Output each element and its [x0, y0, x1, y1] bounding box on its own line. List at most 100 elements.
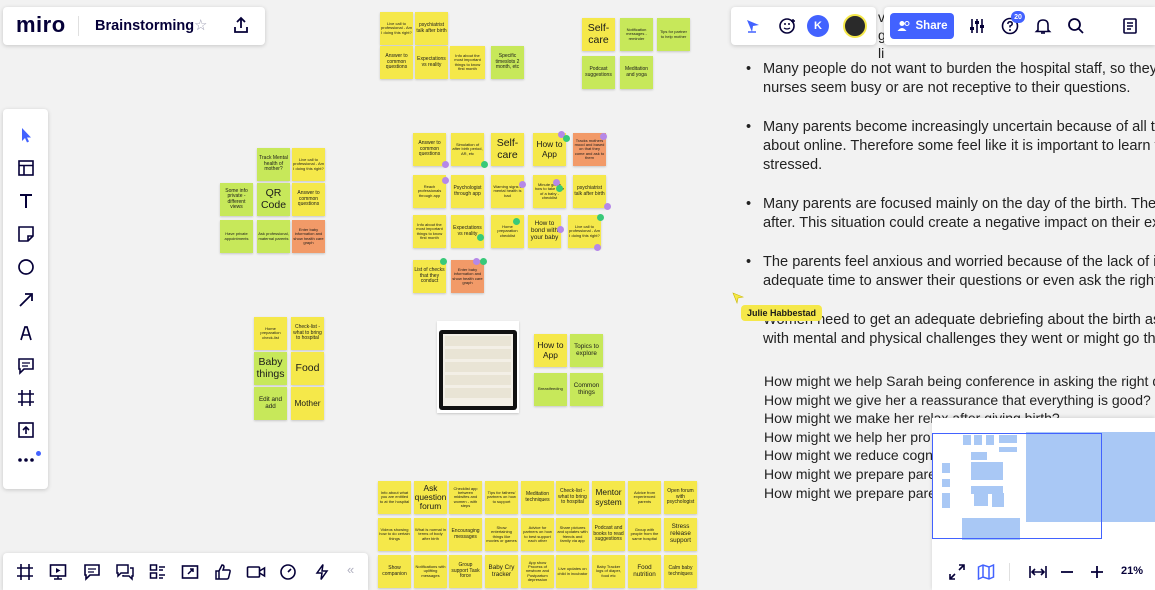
sticky-note[interactable]: Warning signs if mental health is bad	[491, 175, 524, 208]
sticky-note[interactable]: How to bond with your baby	[528, 215, 561, 248]
pen-tool-icon[interactable]	[17, 324, 35, 342]
text-tool-icon[interactable]	[17, 192, 35, 210]
sticky-note[interactable]: psychiatrist talk after birth	[573, 175, 606, 208]
timer-icon[interactable]	[279, 563, 297, 581]
sticky-note[interactable]: Enter baby information and show health c…	[292, 220, 325, 253]
sticky-note[interactable]: Podcast and books to read suggestions	[592, 518, 625, 551]
sticky-note[interactable]: List of checks that they conduct	[413, 260, 446, 293]
user-avatar-k[interactable]: K	[807, 15, 829, 37]
sticky-note[interactable]: Enter baby information and show health c…	[451, 260, 484, 293]
sticky-note[interactable]: Food	[291, 352, 324, 385]
presentation-tool-icon[interactable]	[49, 563, 67, 581]
board-title[interactable]: Brainstorming	[95, 18, 194, 34]
sticky-note[interactable]: Answer to common questions	[413, 133, 446, 166]
cards-tool-icon[interactable]	[149, 563, 167, 581]
sticky-note[interactable]: Baby Tracker logs of diaper, food etc	[592, 555, 625, 588]
sticky-note[interactable]: Ask question forum	[414, 481, 447, 514]
sticky-note[interactable]: Meditation techniques	[521, 481, 554, 514]
sticky-note[interactable]: Self-care	[582, 18, 615, 51]
sticky-note[interactable]: Notifications with uplifting messages	[414, 555, 447, 588]
lightning-icon[interactable]	[313, 563, 331, 581]
sticky-note[interactable]: Group with people from the same hospital	[628, 518, 661, 551]
sticky-note[interactable]: Advice for partners on how to best suppo…	[521, 518, 554, 551]
video-call-icon[interactable]	[246, 563, 266, 581]
fit-screen-icon[interactable]	[948, 563, 966, 581]
minimap-viewport[interactable]	[932, 433, 1102, 539]
sticky-note[interactable]: Notification messages - reminder	[620, 18, 653, 51]
zoom-level[interactable]: 21%	[1121, 565, 1143, 577]
chat-tool-icon[interactable]	[115, 563, 135, 581]
zoom-in-icon[interactable]	[1089, 563, 1105, 581]
sticky-note[interactable]: Baby Cry tracker	[485, 555, 518, 588]
more-tools-icon[interactable]	[17, 455, 35, 465]
sticky-note[interactable]: Common things	[570, 373, 603, 406]
fit-width-icon[interactable]	[1028, 563, 1048, 581]
sticky-note[interactable]: Tips for partner to help mother	[657, 18, 690, 51]
map-icon[interactable]	[977, 563, 995, 581]
sticky-note[interactable]: Expectations vs reality	[451, 215, 484, 248]
comments-tool-icon[interactable]	[83, 563, 101, 581]
sticky-note[interactable]: Calm baby techniques	[664, 555, 697, 588]
notes-panel-icon[interactable]	[1121, 17, 1139, 35]
sticky-note[interactable]: App show Process of newborn and Postpart…	[521, 555, 554, 588]
user-avatar-photo[interactable]	[843, 14, 867, 38]
sticky-note[interactable]: How to App	[534, 334, 567, 367]
sticky-note[interactable]: Live call to professional - Am I doing t…	[292, 148, 325, 181]
sticky-note[interactable]: QR Code	[257, 183, 290, 216]
connection-line-icon[interactable]	[17, 291, 35, 309]
sticky-note[interactable]: Edit and add	[254, 387, 287, 420]
sticky-note[interactable]: Live call to professional - Am I doing t…	[380, 12, 413, 45]
search-icon[interactable]	[1067, 17, 1085, 35]
sticky-note[interactable]: Checklist app between midwifes and women…	[449, 481, 482, 514]
upload-tool-icon[interactable]	[17, 421, 35, 439]
miro-logo[interactable]: miro	[16, 12, 66, 38]
frames-tool-icon[interactable]	[16, 563, 34, 581]
sticky-note[interactable]: Baby things	[254, 352, 287, 385]
sticky-note-tool-icon[interactable]	[17, 225, 35, 243]
templates-tool-icon[interactable]	[17, 159, 35, 177]
voting-thumbs-up-icon[interactable]	[214, 563, 232, 581]
sticky-note[interactable]: Answer to common questions	[292, 183, 325, 216]
sticky-note[interactable]: Live updates on child in incubator	[556, 555, 589, 588]
comment-tool-icon[interactable]	[17, 357, 35, 375]
sticky-note[interactable]: Share pictures and updates with friends …	[556, 518, 589, 551]
sticky-note[interactable]: Info about what you are entitled to at t…	[378, 481, 411, 514]
sticky-note[interactable]: Ask professional, maternal parents	[257, 220, 290, 253]
sticky-note[interactable]: Have private appointments	[220, 220, 253, 253]
sticky-note[interactable]: Psychologist through app	[451, 175, 484, 208]
sticky-note[interactable]: Food nutrition	[628, 555, 661, 588]
sticky-note[interactable]: Info about the most important things to …	[413, 215, 446, 248]
select-tool-icon[interactable]	[17, 126, 35, 144]
sticky-note[interactable]: Specific timeslots 2 month, etc	[491, 46, 524, 79]
sticky-note[interactable]: Group support Task force	[449, 555, 482, 588]
sticky-note[interactable]: Self-care	[491, 133, 524, 166]
sticky-note[interactable]: Tips for fathers/ partners on how to sup…	[485, 481, 518, 514]
sticky-note[interactable]: Mentor system	[592, 481, 625, 514]
sticky-note[interactable]: Check-list - what to bring to hospital	[556, 481, 589, 514]
sticky-note[interactable]: Show entertaining things like movies or …	[485, 518, 518, 551]
share-button[interactable]: Share	[890, 13, 954, 39]
collapse-chevron-icon[interactable]: «	[347, 562, 354, 577]
sticky-note[interactable]: Expectations vs reality	[415, 46, 448, 79]
app-screenshot-image[interactable]	[437, 321, 519, 413]
notification-bell-icon[interactable]	[1034, 17, 1052, 35]
sticky-note[interactable]: Mother	[291, 387, 324, 420]
settings-sliders-icon[interactable]	[968, 17, 986, 35]
sticky-note[interactable]: Topics to explore	[570, 334, 603, 367]
sticky-note[interactable]: Advice from experienced parents	[628, 481, 661, 514]
sticky-note[interactable]: Meditation and yoga	[620, 56, 653, 89]
sticky-note[interactable]: Check-list - what to bring to hospital	[291, 317, 324, 350]
star-icon[interactable]: ☆	[194, 16, 207, 34]
upload-icon[interactable]	[232, 16, 250, 34]
sticky-note[interactable]: Answer to common questions	[380, 46, 413, 79]
shape-tool-icon[interactable]	[17, 258, 35, 276]
sticky-note[interactable]: Track Mental health of mother?	[257, 148, 290, 181]
sticky-note[interactable]: Some info private - different views	[220, 183, 253, 216]
reaction-add-icon[interactable]	[778, 16, 798, 36]
sticky-note[interactable]: Podcast suggestions	[582, 56, 615, 89]
frame-tool-icon[interactable]	[17, 389, 35, 407]
cursor-follow-icon[interactable]	[744, 17, 762, 35]
sticky-note[interactable]: What is normal in terms of body after bi…	[414, 518, 447, 551]
zoom-out-icon[interactable]	[1059, 563, 1075, 581]
sticky-note[interactable]: Home preparation check-list	[254, 317, 287, 350]
